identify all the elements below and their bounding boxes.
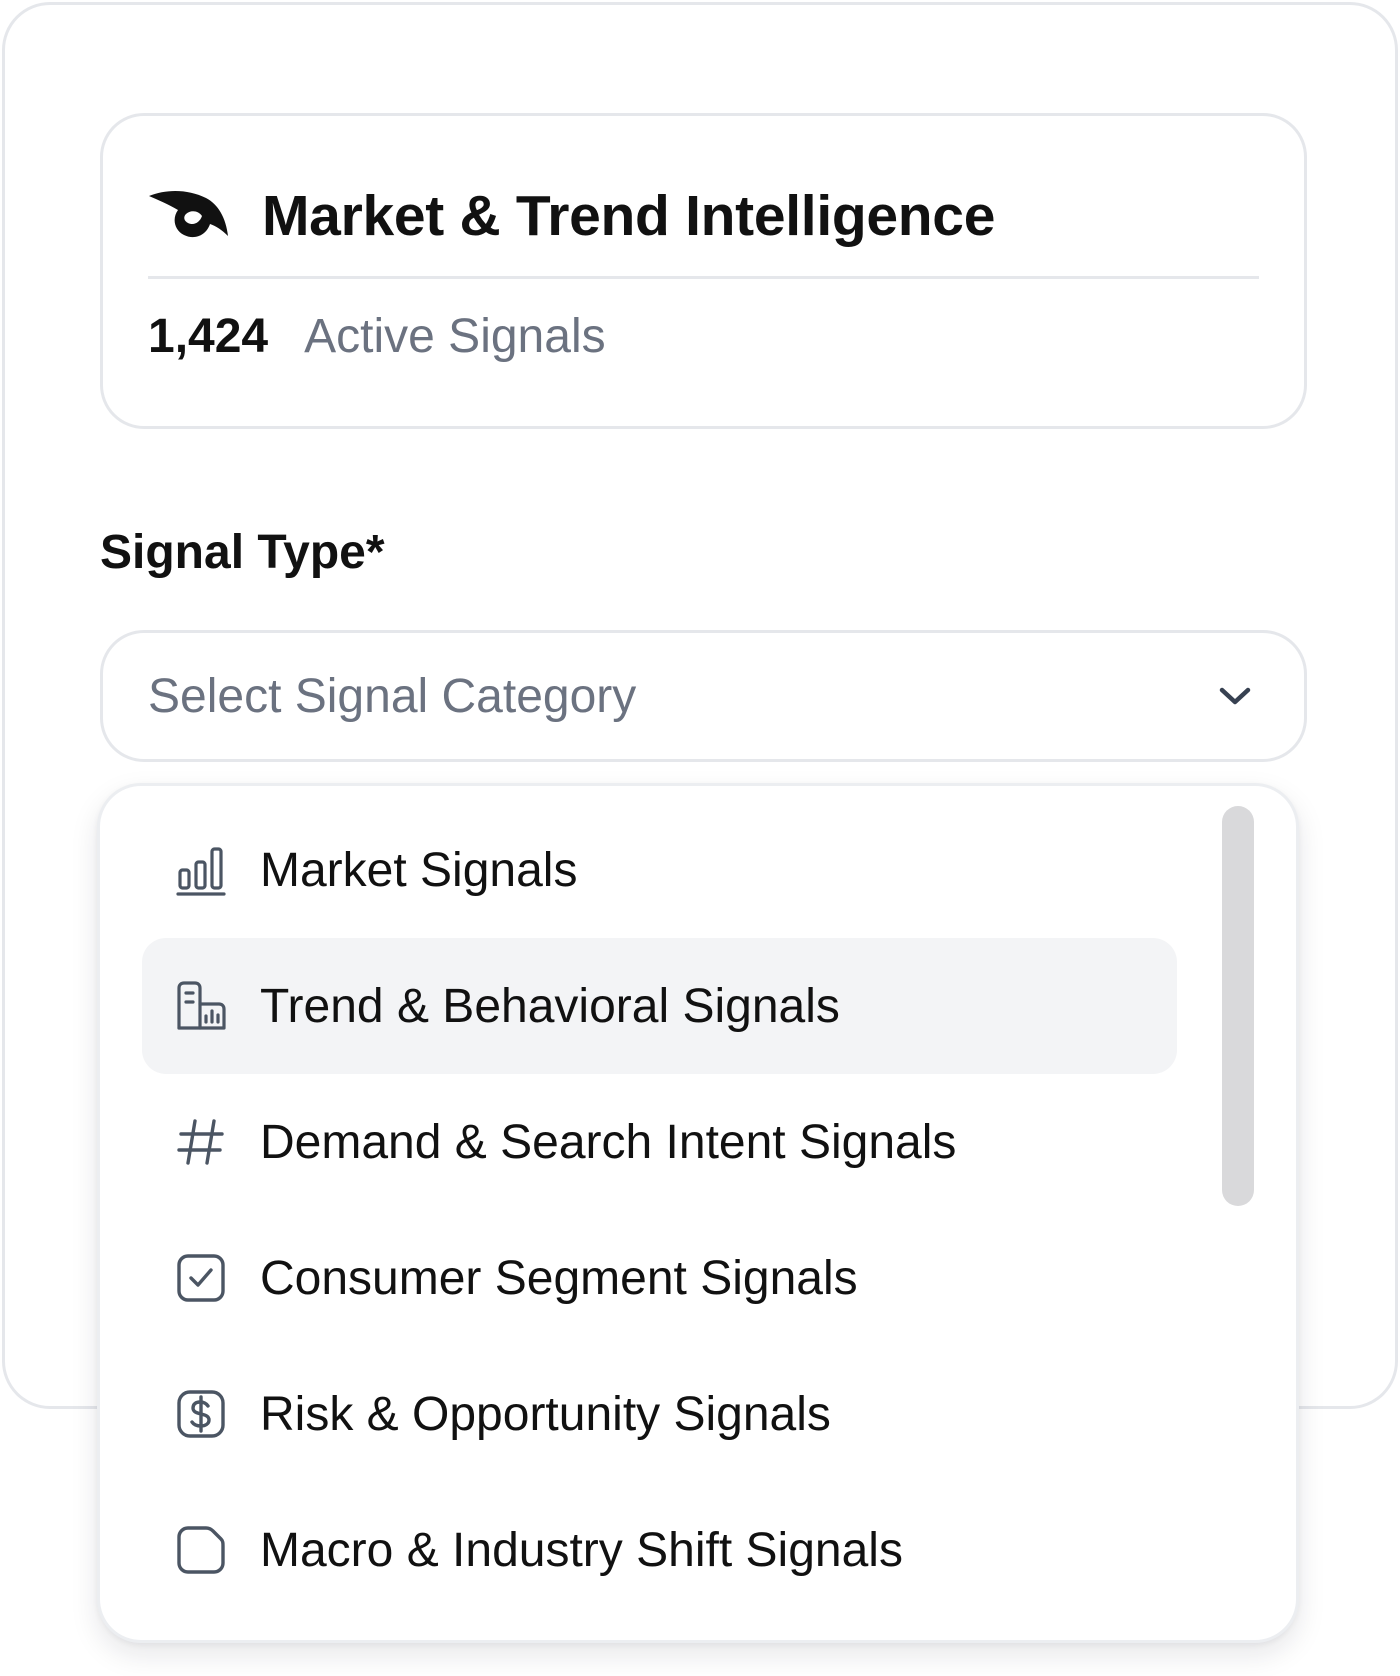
option-demand-search-intent-signals[interactable]: Demand & Search Intent Signals: [142, 1074, 1177, 1210]
checkbox-icon: [177, 1254, 225, 1302]
signal-category-dropdown: Market Signals Trend & Behavioral Signal…: [97, 783, 1299, 1643]
option-risk-opportunity-signals[interactable]: Risk & Opportunity Signals: [142, 1346, 1177, 1482]
option-label: Macro & Industry Shift Signals: [260, 1523, 903, 1577]
folded-page-icon: [177, 1526, 225, 1574]
option-market-signals[interactable]: Market Signals: [142, 802, 1177, 938]
signal-category-placeholder: Select Signal Category: [148, 669, 637, 723]
building-chart-icon: [177, 981, 226, 1030]
card-title: Market & Trend Intelligence: [262, 184, 996, 248]
option-label: Risk & Opportunity Signals: [260, 1387, 831, 1441]
option-label: Demand & Search Intent Signals: [260, 1115, 957, 1169]
option-trend-behavioral-signals[interactable]: Trend & Behavioral Signals: [142, 938, 1177, 1074]
option-macro-industry-shift-signals[interactable]: Macro & Industry Shift Signals: [142, 1482, 1177, 1618]
intelligence-summary-card: Market & Trend Intelligence 1,424 Active…: [100, 113, 1307, 429]
header-divider: [148, 276, 1259, 279]
active-signals-count: 1,424: [148, 309, 269, 363]
option-label: Consumer Segment Signals: [260, 1251, 858, 1305]
active-signals-stat: 1,424 Active Signals: [148, 291, 606, 381]
option-label: Trend & Behavioral Signals: [260, 979, 840, 1033]
card-header: Market & Trend Intelligence: [148, 166, 1259, 266]
scrollbar-thumb[interactable]: [1222, 806, 1254, 1206]
signal-category-select[interactable]: Select Signal Category: [100, 630, 1307, 762]
bar-chart-icon: [176, 847, 226, 896]
page: Market & Trend Intelligence 1,424 Active…: [0, 0, 1400, 1676]
option-consumer-segment-signals[interactable]: Consumer Segment Signals: [142, 1210, 1177, 1346]
hashtag-icon: [177, 1119, 224, 1165]
signal-category-options: Market Signals Trend & Behavioral Signal…: [142, 802, 1177, 1618]
active-signals-label: Active Signals: [304, 309, 606, 363]
signal-type-label: Signal Type*: [100, 526, 385, 579]
dollar-icon: [177, 1390, 225, 1438]
dropdown-scrollbar[interactable]: [1222, 806, 1254, 1206]
option-label: Market Signals: [260, 843, 578, 897]
chevron-down-icon: [1219, 687, 1251, 705]
eye-logo-icon: [149, 190, 228, 238]
